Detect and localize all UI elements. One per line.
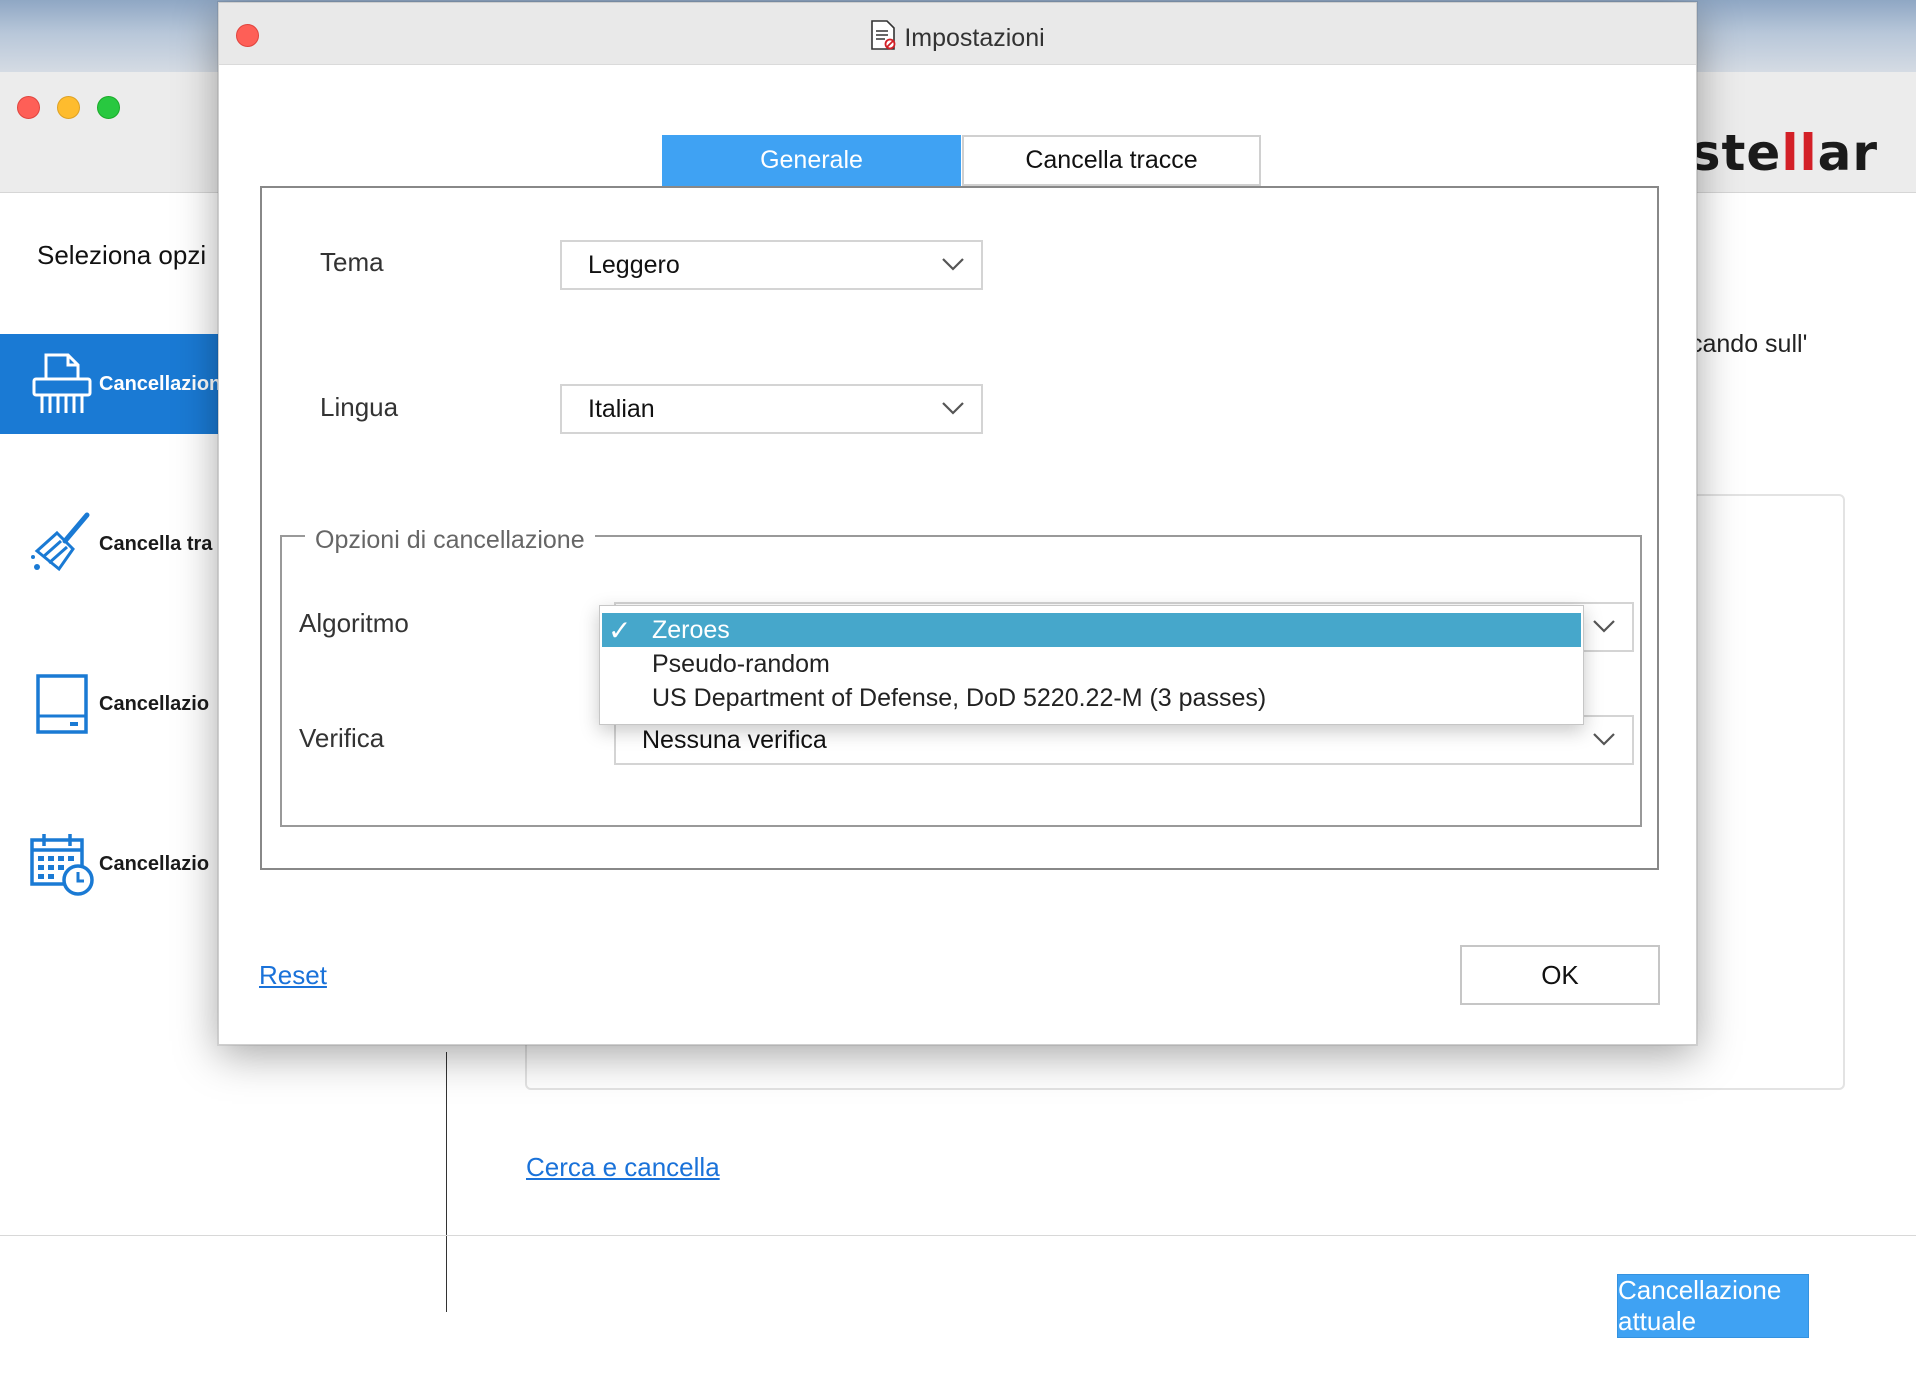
chevron-down-icon [942, 402, 964, 415]
chevron-down-icon [1593, 620, 1615, 633]
verification-value: Nessuna verifica [642, 725, 827, 754]
language-label: Lingua [320, 392, 399, 422]
reset-link[interactable]: Reset [259, 960, 327, 991]
sidebar-item-label: Cancellazio [99, 852, 210, 875]
minimize-window-button[interactable] [57, 96, 80, 119]
chevron-down-icon [1593, 733, 1615, 746]
ok-button[interactable]: OK [1460, 945, 1660, 1005]
settings-dialog: Impostazioni Generale Cancella tracce Te… [218, 2, 1697, 1045]
verification-label: Verifica [299, 723, 385, 753]
bottom-divider [0, 1235, 1916, 1236]
sidebar-item-label: Cancella tra [99, 532, 213, 555]
broom-icon [27, 509, 97, 579]
sidebar-divider [446, 1052, 447, 1312]
algorithm-label: Algoritmo [299, 608, 409, 638]
chevron-down-icon [942, 258, 964, 271]
sidebar-item-label: Cancellazio [99, 692, 210, 715]
checkmark-icon: ✓ [608, 615, 632, 646]
settings-document-icon [870, 20, 896, 57]
settings-tabs: Generale Cancella tracce [662, 135, 1261, 186]
theme-select[interactable]: Leggero [560, 240, 983, 290]
calendar-clock-icon [27, 829, 97, 899]
erase-options-legend: Opzioni di cancellazione [305, 526, 595, 555]
search-and-erase-link[interactable]: Cerca e cancella [526, 1152, 720, 1183]
language-value: Italian [588, 394, 655, 423]
algorithm-option[interactable]: Pseudo-random [600, 647, 1583, 681]
dialog-titlebar: Impostazioni [219, 3, 1696, 65]
dialog-title: Impostazioni [219, 20, 1696, 57]
theme-label: Tema [320, 247, 384, 277]
algorithm-option[interactable]: ✓ Zeroes [602, 613, 1581, 647]
theme-value: Leggero [588, 250, 680, 279]
language-select[interactable]: Italian [560, 384, 983, 434]
shredder-icon [27, 349, 97, 419]
hint-text: cando sull' [1690, 330, 1808, 358]
tab-erase-traces[interactable]: Cancella tracce [962, 135, 1261, 186]
algorithm-option[interactable]: US Department of Defense, DoD 5220.22-M … [600, 681, 1583, 715]
sidebar-item-label: Cancellazion [99, 372, 222, 395]
zoom-window-button[interactable] [97, 96, 120, 119]
close-window-button[interactable] [17, 96, 40, 119]
select-options-title: Seleziona opzi [37, 240, 207, 270]
algorithm-dropdown-menu: ✓ Zeroes Pseudo-random US Department of … [599, 605, 1584, 725]
tab-general[interactable]: Generale [662, 135, 961, 186]
drive-icon [27, 669, 97, 739]
erase-now-button[interactable]: Cancellazione attuale [1617, 1274, 1809, 1338]
stellar-logo: stellar [1690, 124, 1878, 182]
